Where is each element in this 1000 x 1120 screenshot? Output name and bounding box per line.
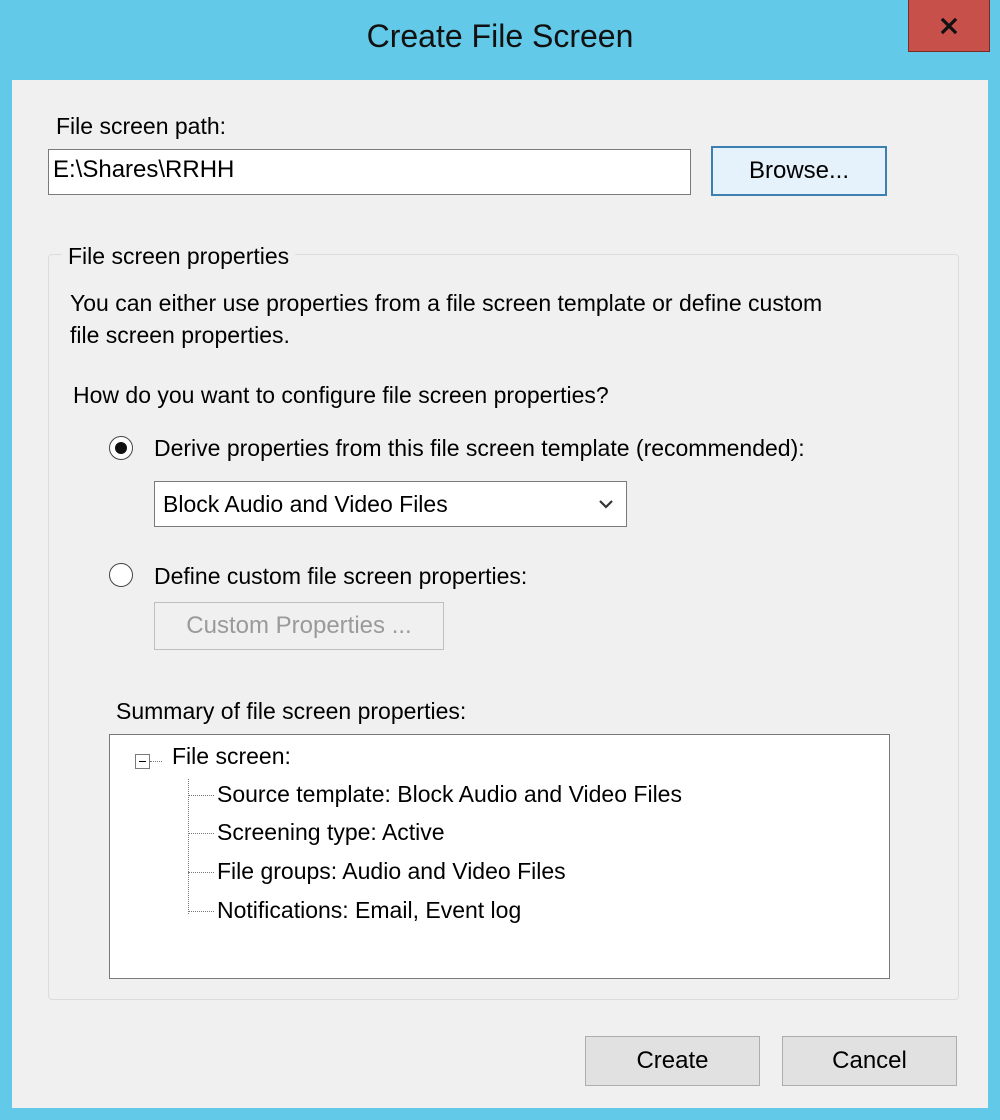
- create-file-screen-dialog: Create File Screen File screen path: E:\…: [0, 0, 1000, 1120]
- tree-item-screening-type[interactable]: Screening type: Active: [217, 819, 445, 846]
- description-line-2: file screen properties.: [70, 322, 290, 348]
- tree-connector: [188, 795, 214, 796]
- close-button[interactable]: [908, 0, 990, 52]
- browse-button[interactable]: Browse...: [711, 146, 887, 196]
- summary-tree[interactable]: File screen: Source template: Block Audi…: [109, 734, 890, 979]
- template-select-value: Block Audio and Video Files: [163, 491, 448, 517]
- tree-connector: [188, 833, 214, 834]
- tree-connector: [150, 761, 162, 762]
- tree-root[interactable]: File screen:: [172, 743, 291, 770]
- tree-connector: [188, 779, 189, 914]
- custom-radio[interactable]: [109, 563, 133, 587]
- file-screen-properties-title: File screen properties: [62, 243, 296, 270]
- description-line-1: You can either use properties from a fil…: [70, 290, 823, 316]
- tree-connector: [188, 872, 214, 873]
- template-radio-label[interactable]: Derive properties from this file screen …: [154, 435, 805, 462]
- title-bar[interactable]: Create File Screen: [0, 0, 1000, 80]
- collapse-icon[interactable]: [135, 754, 150, 769]
- dialog-title: Create File Screen: [366, 18, 634, 54]
- configure-question: How do you want to configure file screen…: [73, 382, 609, 408]
- tree-item-notifications[interactable]: Notifications: Email, Event log: [217, 897, 521, 924]
- template-select[interactable]: Block Audio and Video Files: [154, 481, 627, 527]
- cancel-button[interactable]: Cancel: [782, 1036, 957, 1086]
- tree-item-source-template[interactable]: Source template: Block Audio and Video F…: [217, 781, 682, 808]
- radio-selected-dot: [115, 442, 127, 454]
- file-screen-path-input[interactable]: E:\Shares\RRHH: [48, 149, 691, 195]
- tree-item-file-groups[interactable]: File groups: Audio and Video Files: [217, 858, 566, 885]
- tree-connector: [188, 911, 214, 912]
- summary-label: Summary of file screen properties:: [116, 698, 467, 724]
- template-radio[interactable]: [109, 436, 133, 460]
- file-screen-path-label: File screen path:: [56, 113, 227, 139]
- custom-radio-label[interactable]: Define custom file screen properties:: [154, 563, 527, 590]
- create-button[interactable]: Create: [585, 1036, 760, 1086]
- custom-properties-button[interactable]: Custom Properties ...: [154, 602, 444, 650]
- dialog-body: File screen path: E:\Shares\RRHH Browse.…: [12, 80, 988, 1108]
- close-icon: [940, 17, 958, 34]
- chevron-down-icon: [599, 500, 613, 509]
